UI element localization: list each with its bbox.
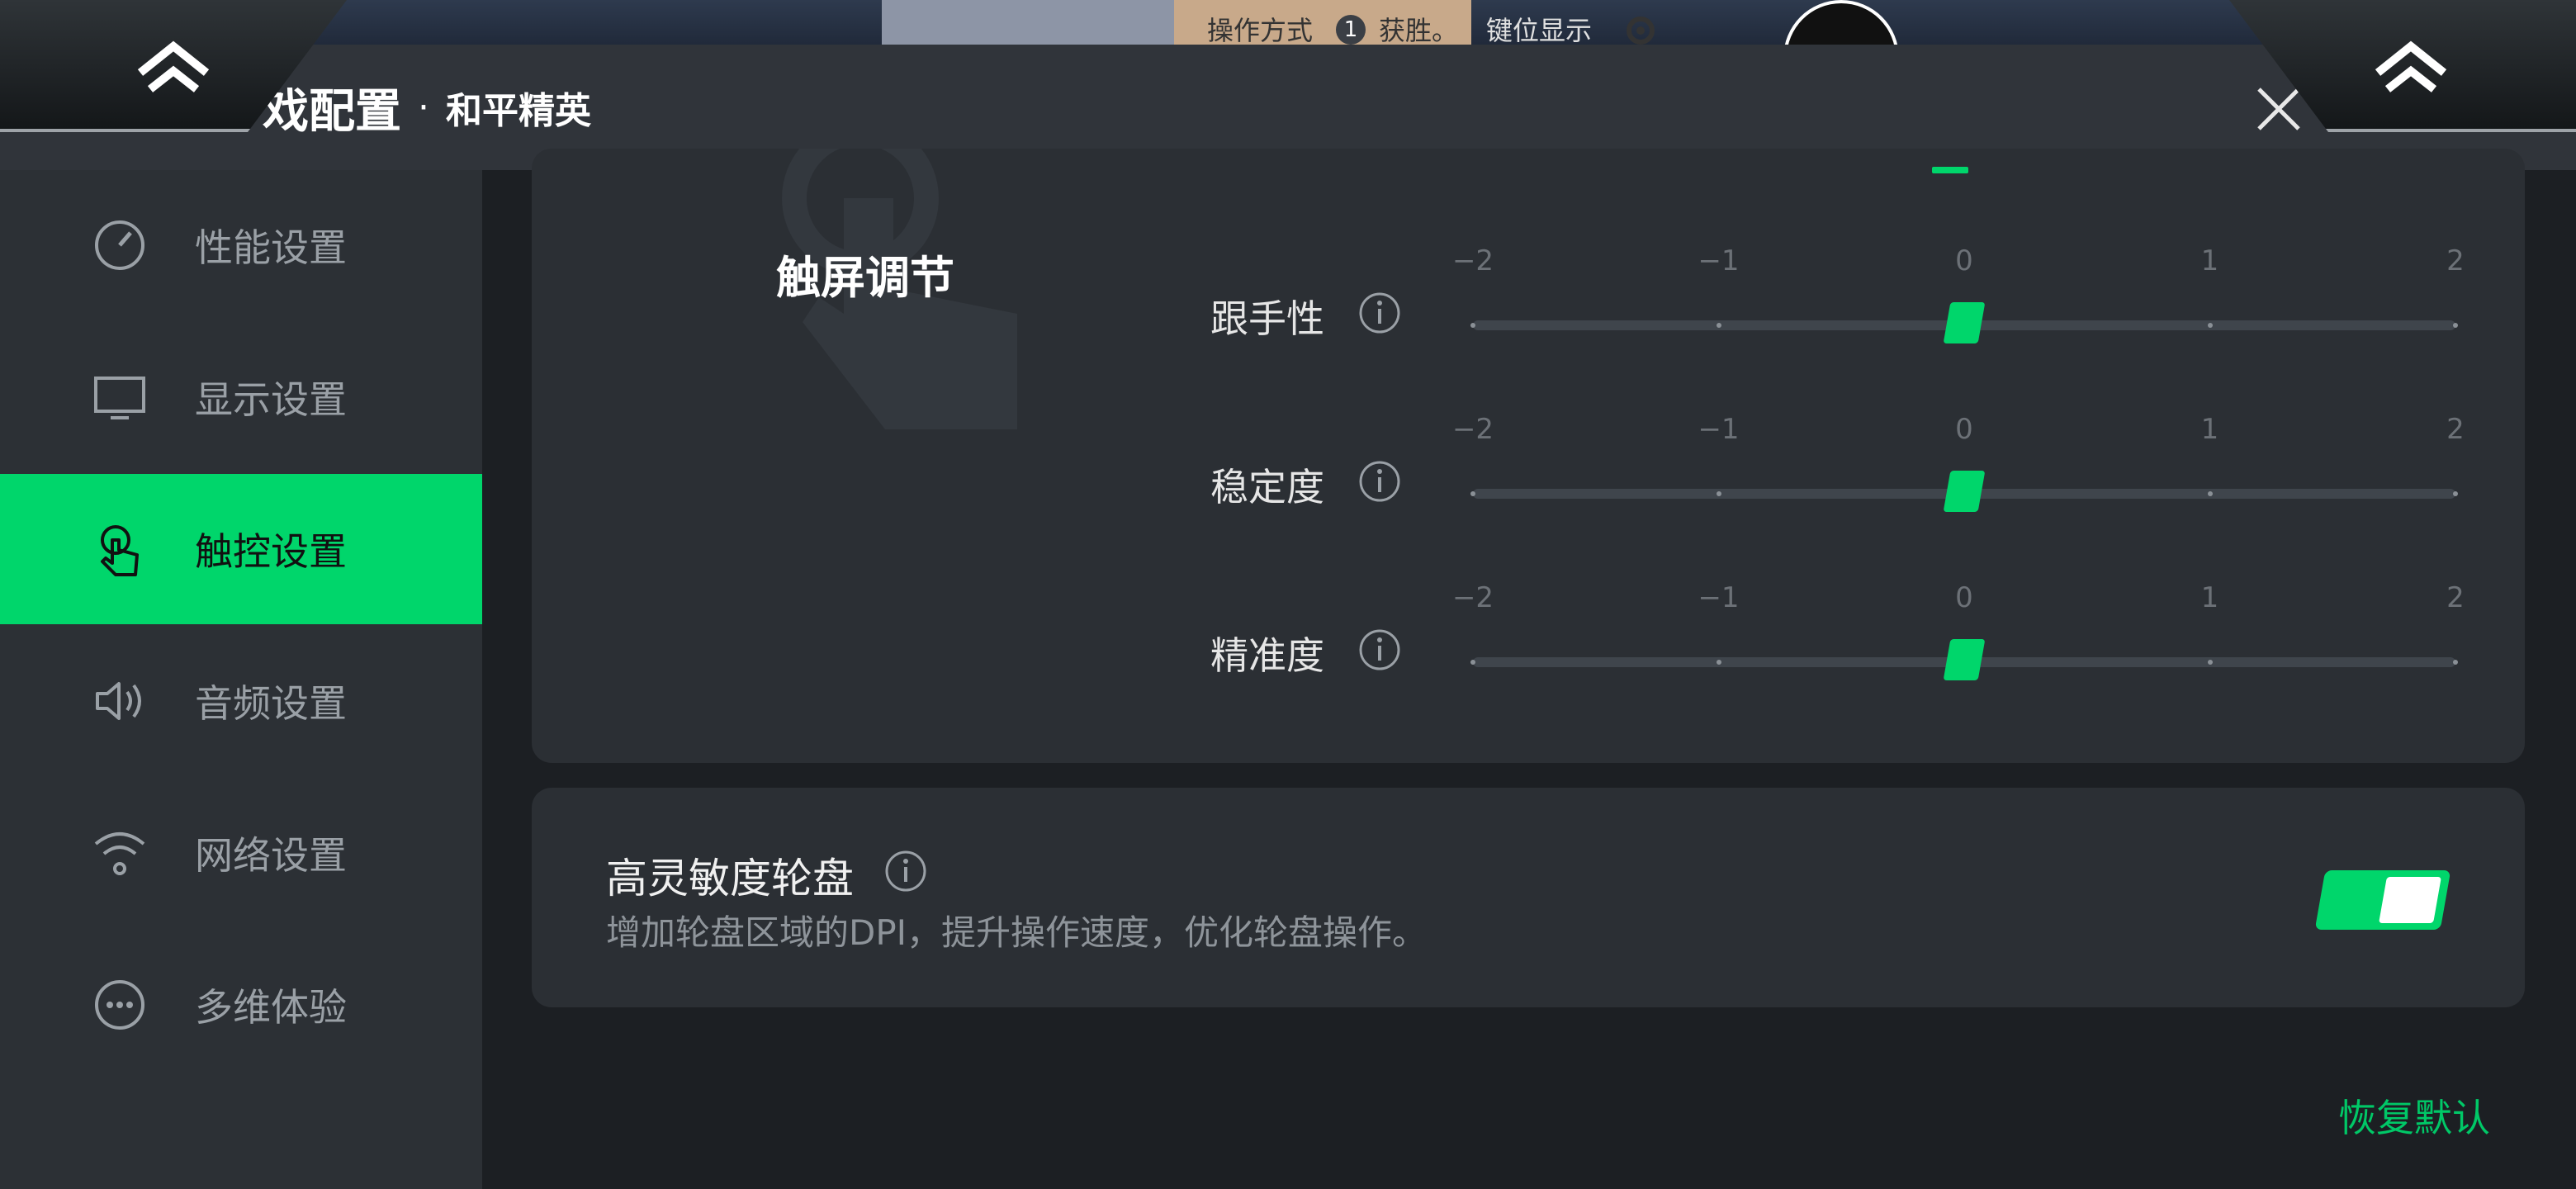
slider-tick-label: 1 [2200, 581, 2219, 614]
slider-label: 跟手性 [1210, 296, 1324, 341]
sidebar-item-label: 网络设置 [195, 833, 347, 878]
slider-tick-label: −2 [1451, 413, 1494, 446]
info-icon[interactable] [1357, 628, 1402, 672]
sidebar-item-network[interactable]: 网络设置 [0, 778, 482, 928]
slider-tick-label: −1 [1698, 581, 1740, 614]
slider-tick-dot [1470, 323, 1475, 328]
slider-tick-dot [1716, 660, 1721, 665]
slider-track[interactable] [1470, 639, 2458, 680]
speedometer-icon [95, 220, 144, 270]
sidebar: 性能设置 显示设置 触控设置 音频设置 网络设置 多维体验 [0, 170, 482, 1189]
sidebar-item-display[interactable]: 显示设置 [0, 322, 482, 472]
more-icon [95, 980, 144, 1030]
slider-label: 稳定度 [1210, 465, 1324, 509]
slider-tick-dot [2207, 660, 2213, 665]
sidebar-item-label: 多维体验 [195, 985, 347, 1030]
info-icon[interactable] [883, 849, 928, 893]
touch-icon [101, 525, 139, 576]
touch-adjust-card: 触屏调节 跟手性 −2 −1 0 1 2 稳定度 −2 −1 0 1 2 精准度 −2 −1 0 1 2 [532, 149, 2525, 763]
slider-tick-label: 2 [2446, 413, 2465, 446]
info-icon[interactable] [1357, 291, 1402, 335]
chevron-up-icon [137, 40, 210, 92]
chevron-up-icon [2375, 40, 2447, 92]
slider-tick-label: 1 [2200, 244, 2219, 277]
slider-thumb[interactable] [1943, 471, 1986, 512]
high-sensitivity-wheel-card: 高灵敏度轮盘 增加轮盘区域的DPI，提升操作速度，优化轮盘操作。 [532, 788, 2525, 1007]
slider-row: 稳定度 −2 −1 0 1 2 [532, 413, 2525, 532]
info-icon[interactable] [1357, 459, 1402, 504]
game-overlay-panel [882, 0, 1179, 45]
slider-row: 精准度 −2 −1 0 1 2 [532, 581, 2525, 700]
slider-tick-label: 0 [1955, 581, 1973, 614]
slider-label: 精准度 [1210, 633, 1324, 678]
slider-tick-label: 2 [2446, 581, 2465, 614]
game-overlay-badge: 1 [1336, 15, 1366, 45]
slider-tick-dot [2453, 491, 2458, 496]
slider-tick-dot [1716, 323, 1721, 328]
scroll-indicator [1932, 167, 1968, 173]
sidebar-item-label: 性能设置 [195, 225, 347, 270]
sidebar-item-label: 触控设置 [195, 529, 347, 574]
sidebar-item-performance[interactable]: 性能设置 [0, 170, 482, 320]
slider-tick-label: 1 [2200, 413, 2219, 446]
sidebar-item-audio[interactable]: 音频设置 [0, 626, 482, 776]
sidebar-item-multidimensional[interactable]: 多维体验 [0, 930, 482, 1080]
wheel-toggle[interactable] [2314, 870, 2451, 930]
slider-track[interactable] [1470, 471, 2458, 512]
title-separator: · [418, 86, 429, 129]
toggle-knob [2379, 877, 2441, 923]
speaker-icon [96, 682, 141, 720]
slider-tick-dot [2453, 323, 2458, 328]
slider-thumb[interactable] [1943, 302, 1986, 343]
slider-tick-label: −2 [1451, 581, 1494, 614]
slider-thumb[interactable] [1943, 639, 1986, 680]
game-overlay-label: 键位显示 [1486, 15, 1593, 46]
slider-tick-dot [2207, 323, 2213, 328]
slider-tick-label: −1 [1698, 413, 1740, 446]
sidebar-item-touch[interactable]: 触控设置 [0, 474, 482, 624]
sidebar-item-label: 显示设置 [195, 377, 347, 422]
slider-track[interactable] [1470, 302, 2458, 343]
close-icon[interactable] [2254, 84, 2304, 134]
slider-row: 跟手性 −2 −1 0 1 2 [532, 244, 2525, 363]
slider-tick-label: 2 [2446, 244, 2465, 277]
page-subtitle: 和平精英 [446, 90, 591, 132]
restore-defaults-button[interactable]: 恢复默认 [2338, 1088, 2490, 1143]
slider-tick-dot [2453, 660, 2458, 665]
game-overlay-label: 操作方式 [1207, 15, 1314, 46]
monitor-icon [94, 377, 145, 419]
game-overlay-label: 获胜。 [1379, 15, 1459, 46]
wifi-icon [94, 832, 145, 875]
slider-tick-dot [2207, 491, 2213, 496]
slider-tick-label: −1 [1698, 244, 1740, 277]
slider-tick-dot [1716, 491, 1721, 496]
wheel-title: 高灵敏度轮盘 [606, 855, 854, 902]
slider-tick-label: −2 [1451, 244, 1494, 277]
wheel-description: 增加轮盘区域的DPI，提升操作速度，优化轮盘操作。 [606, 912, 1428, 953]
slider-tick-label: 0 [1955, 413, 1973, 446]
slider-tick-label: 0 [1955, 244, 1973, 277]
slider-tick-dot [1470, 491, 1475, 496]
sidebar-item-label: 音频设置 [195, 681, 347, 726]
slider-tick-dot [1470, 660, 1475, 665]
